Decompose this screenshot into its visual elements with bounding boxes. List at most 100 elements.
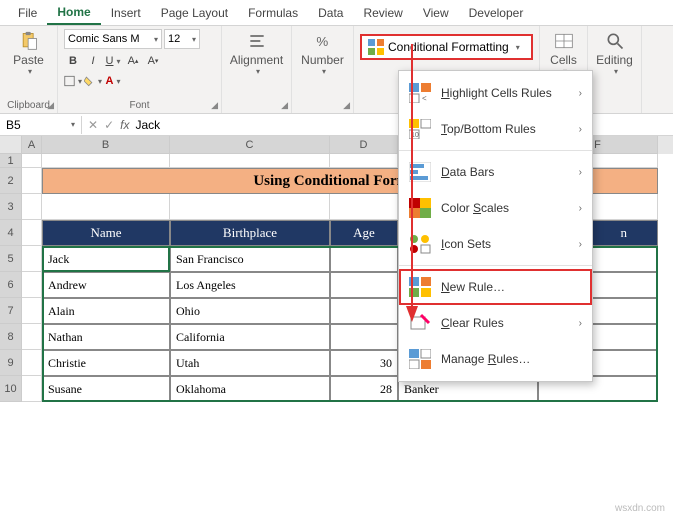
table-cell[interactable]: Los Angeles xyxy=(170,272,330,298)
cf-highlight-cells-rules[interactable]: < HHighlight Cells Rulesighlight Cells R… xyxy=(399,75,592,111)
table-cell[interactable]: Andrew xyxy=(42,272,170,298)
table-cell[interactable]: 28 xyxy=(330,376,398,402)
group-label-number: ◢ xyxy=(298,110,347,111)
paste-label: Paste xyxy=(13,53,44,67)
row-header[interactable]: 9 xyxy=(0,350,22,376)
row-header[interactable]: 2 xyxy=(0,168,22,194)
table-header[interactable]: Age xyxy=(330,220,398,246)
table-cell[interactable]: California xyxy=(170,324,330,350)
table-cell[interactable]: Utah xyxy=(170,350,330,376)
svg-text:%: % xyxy=(316,34,328,49)
row-header[interactable]: 6 xyxy=(0,272,22,298)
paste-button[interactable]: Paste ▾ xyxy=(6,29,51,78)
bold-button[interactable]: B xyxy=(64,52,82,70)
cell-b5[interactable]: Jack xyxy=(42,246,170,272)
editing-label: Editing xyxy=(596,53,633,67)
cf-color-scales[interactable]: Color Scales› xyxy=(399,190,592,226)
table-cell[interactable]: Christie xyxy=(42,350,170,376)
name-box[interactable]: B5▾ xyxy=(0,116,82,134)
table-cell[interactable]: San Francisco xyxy=(170,246,330,272)
tab-insert[interactable]: Insert xyxy=(101,2,151,24)
select-all-corner[interactable] xyxy=(0,136,22,154)
table-cell[interactable]: Alain xyxy=(42,298,170,324)
group-label-font: Font◢ xyxy=(64,99,215,111)
table-cell[interactable] xyxy=(330,324,398,350)
ribbon-tabs: File Home Insert Page Layout Formulas Da… xyxy=(0,0,673,26)
table-header[interactable]: Name xyxy=(42,220,170,246)
group-alignment: Alignment ▾ ◢ xyxy=(222,26,292,113)
alignment-icon xyxy=(247,31,267,51)
tab-data[interactable]: Data xyxy=(308,2,353,24)
row-header[interactable]: 1 xyxy=(0,154,22,168)
cf-data-bars[interactable]: Data Bars› xyxy=(399,154,592,190)
cf-icon-sets[interactable]: Icon Sets› xyxy=(399,226,592,262)
col-header-c[interactable]: C xyxy=(170,136,330,154)
chevron-right-icon: › xyxy=(579,203,582,214)
cf-top-bottom-rules[interactable]: 10 Top/Bottom Rules› xyxy=(399,111,592,147)
table-header[interactable]: Birthplace xyxy=(170,220,330,246)
tab-developer[interactable]: Developer xyxy=(459,2,534,24)
cf-clear-rules[interactable]: Clear Rules› xyxy=(399,305,592,341)
row-header[interactable]: 10 xyxy=(0,376,22,402)
color-scales-icon xyxy=(409,198,431,218)
top-bottom-icon: 10 xyxy=(409,119,431,139)
enter-icon[interactable]: ✓ xyxy=(104,118,114,132)
tab-view[interactable]: View xyxy=(413,2,459,24)
tab-page-layout[interactable]: Page Layout xyxy=(151,2,238,24)
conditional-formatting-button[interactable]: Conditional Formatting ▾ xyxy=(360,34,533,60)
conditional-formatting-menu: < HHighlight Cells Rulesighlight Cells R… xyxy=(398,70,593,382)
decrease-font-button[interactable]: A▾ xyxy=(144,52,162,70)
tab-file[interactable]: File xyxy=(8,2,47,24)
table-cell[interactable] xyxy=(330,246,398,272)
percent-icon: % xyxy=(313,31,333,51)
font-color-button[interactable]: A▾ xyxy=(104,72,122,90)
col-header-b[interactable]: B xyxy=(42,136,170,154)
cf-new-rule[interactable]: New Rule… xyxy=(399,269,592,305)
group-editing: Editing ▾ xyxy=(588,26,642,113)
number-button[interactable]: % Number ▾ xyxy=(298,29,347,78)
tab-formulas[interactable]: Formulas xyxy=(238,2,308,24)
cancel-icon[interactable]: ✕ xyxy=(88,118,98,132)
chevron-right-icon: › xyxy=(579,88,582,99)
increase-font-button[interactable]: A▴ xyxy=(124,52,142,70)
svg-text:10: 10 xyxy=(411,132,419,139)
font-name-combo[interactable]: Comic Sans M▾ xyxy=(64,29,162,49)
underline-button[interactable]: U▾ xyxy=(104,52,122,70)
alignment-button[interactable]: Alignment ▾ xyxy=(228,29,285,78)
row-header[interactable]: 5 xyxy=(0,246,22,272)
fill-color-button[interactable]: ▾ xyxy=(84,72,102,90)
paste-icon xyxy=(19,31,39,51)
table-cell[interactable]: Ohio xyxy=(170,298,330,324)
italic-button[interactable]: I xyxy=(84,52,102,70)
col-header-a[interactable]: A xyxy=(22,136,42,154)
group-number: % Number ▾ ◢ xyxy=(292,26,354,113)
row-header[interactable]: 7 xyxy=(0,298,22,324)
cells-label: Cells xyxy=(550,53,577,67)
table-cell[interactable]: Susane xyxy=(42,376,170,402)
row-headers: 1 2 3 4 5 6 7 8 9 10 xyxy=(0,154,22,402)
tab-home[interactable]: Home xyxy=(47,1,100,25)
menu-separator xyxy=(399,150,592,151)
cells-icon xyxy=(554,31,574,51)
table-cell[interactable]: Oklahoma xyxy=(170,376,330,402)
tab-review[interactable]: Review xyxy=(353,2,412,24)
border-button[interactable]: ▾ xyxy=(64,72,82,90)
font-size-combo[interactable]: 12▾ xyxy=(164,29,200,49)
row-header[interactable]: 3 xyxy=(0,194,22,220)
table-cell[interactable] xyxy=(330,272,398,298)
cf-manage-rules[interactable]: Manage Rules… xyxy=(399,341,592,377)
number-label: Number xyxy=(301,53,344,67)
row-header[interactable]: 4 xyxy=(0,220,22,246)
col-header-d[interactable]: D xyxy=(330,136,398,154)
chevron-right-icon: › xyxy=(579,167,582,178)
table-cell[interactable] xyxy=(330,298,398,324)
clear-rules-icon xyxy=(409,313,431,333)
fx-icon[interactable]: fx xyxy=(120,118,129,132)
svg-text:<: < xyxy=(422,94,427,103)
formula-input[interactable]: Jack xyxy=(135,118,160,132)
table-cell[interactable]: Nathan xyxy=(42,324,170,350)
editing-button[interactable]: Editing ▾ xyxy=(594,29,635,78)
row-header[interactable]: 8 xyxy=(0,324,22,350)
find-icon xyxy=(605,31,625,51)
table-cell[interactable]: 30 xyxy=(330,350,398,376)
